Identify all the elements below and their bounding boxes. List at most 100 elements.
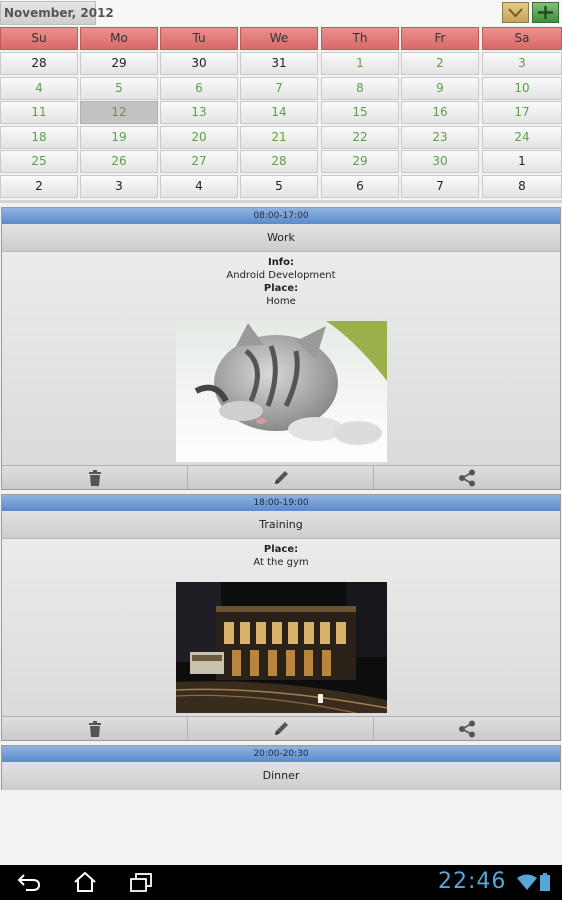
day-cell[interactable]: 10 (482, 77, 562, 100)
edit-button[interactable] (188, 466, 374, 489)
place-value: At the gym (253, 557, 309, 568)
info-value: Android Development (226, 270, 336, 281)
chevron-down-icon (508, 8, 523, 18)
day-cell[interactable]: 7 (240, 77, 318, 100)
share-button[interactable] (374, 717, 560, 740)
day-cell[interactable]: 4 (0, 77, 78, 100)
day-cell[interactable]: 8 (482, 175, 562, 198)
day-cell[interactable]: 17 (482, 101, 562, 124)
weekday-fri: Fr (401, 27, 479, 50)
day-cell[interactable]: 15 (321, 101, 399, 124)
system-clock: 22:46 (438, 869, 507, 894)
day-cell[interactable]: 31 (240, 52, 318, 75)
month-header: November, 2012 (0, 0, 562, 26)
day-cell[interactable]: 11 (0, 101, 78, 124)
event-card-dinner[interactable]: 20:00-20:30 Dinner (1, 745, 561, 790)
day-cell[interactable]: 1 (321, 52, 399, 75)
delete-button[interactable] (2, 466, 188, 489)
plus-icon (538, 6, 553, 19)
day-cell[interactable]: 27 (160, 150, 238, 173)
event-details: Place: At the gym (2, 539, 560, 569)
day-cell[interactable]: 2 (0, 175, 78, 198)
weekday-thu: Th (321, 27, 399, 50)
day-cell[interactable]: 20 (160, 126, 238, 149)
day-cell[interactable]: 3 (482, 52, 562, 75)
day-cell[interactable]: 30 (160, 52, 238, 75)
weekday-header-row: Su Mo Tu We Th Fr Sa (0, 27, 562, 50)
event-card-work[interactable]: 08:00-17:00 Work Info: Android Developme… (1, 207, 561, 490)
day-cell[interactable]: 30 (401, 150, 479, 173)
day-cell[interactable]: 4 (160, 175, 238, 198)
trash-icon (88, 720, 101, 737)
battery-icon (540, 873, 550, 891)
delete-button[interactable] (2, 717, 188, 740)
week-row: 11 12 13 14 15 16 17 (0, 101, 562, 124)
day-cell[interactable]: 23 (401, 126, 479, 149)
weekday-tue: Tu (160, 27, 238, 50)
place-value: Home (266, 296, 296, 307)
calendar-divider (0, 200, 562, 203)
day-cell[interactable]: 5 (240, 175, 318, 198)
day-cell[interactable]: 22 (321, 126, 399, 149)
weekday-wed: We (240, 27, 318, 50)
day-cell[interactable]: 14 (240, 101, 318, 124)
recent-apps-icon[interactable] (129, 871, 153, 893)
day-cell[interactable]: 21 (240, 126, 318, 149)
share-button[interactable] (374, 466, 560, 489)
week-row: 2 3 4 5 6 7 8 (0, 175, 562, 198)
info-label: Info: (267, 257, 295, 268)
day-cell[interactable]: 18 (0, 126, 78, 149)
day-cell[interactable]: 25 (0, 150, 78, 173)
cat-photo-image (176, 321, 387, 462)
day-cell[interactable]: 6 (321, 175, 399, 198)
day-cell[interactable]: 7 (401, 175, 479, 198)
day-cell[interactable]: 26 (80, 150, 158, 173)
day-cell[interactable]: 13 (160, 101, 238, 124)
event-title: Dinner (2, 762, 560, 790)
day-cell[interactable]: 16 (401, 101, 479, 124)
place-label: Place: (263, 544, 299, 555)
month-dropdown-button[interactable] (502, 2, 529, 23)
day-cell[interactable]: 9 (401, 77, 479, 100)
wifi-icon (517, 874, 537, 890)
day-cell-selected[interactable]: 12 (80, 101, 158, 124)
day-cell[interactable]: 1 (482, 150, 562, 173)
day-cell[interactable]: 29 (80, 52, 158, 75)
trash-icon (88, 469, 101, 486)
day-cell[interactable]: 5 (80, 77, 158, 100)
event-photo-cat[interactable] (176, 321, 387, 462)
week-row: 25 26 27 28 29 30 1 (0, 150, 562, 173)
event-time: 18:00-19:00 (2, 495, 560, 511)
event-photo-building[interactable] (175, 582, 388, 714)
share-icon (459, 469, 475, 486)
place-label: Place: (263, 283, 299, 294)
share-icon (459, 720, 475, 737)
day-cell[interactable]: 19 (80, 126, 158, 149)
day-cell[interactable]: 2 (401, 52, 479, 75)
app-root: November, 2012 Su Mo Tu We Th Fr Sa 28 2… (0, 0, 562, 900)
day-cell[interactable]: 28 (240, 150, 318, 173)
day-cell[interactable]: 3 (80, 175, 158, 198)
pencil-icon (274, 470, 288, 484)
day-cell[interactable]: 8 (321, 77, 399, 100)
edit-button[interactable] (188, 717, 374, 740)
month-title[interactable]: November, 2012 (0, 1, 114, 25)
add-event-button[interactable] (532, 2, 559, 23)
day-cell[interactable]: 24 (482, 126, 562, 149)
event-time: 08:00-17:00 (2, 208, 560, 224)
event-actions (2, 716, 560, 740)
day-cell[interactable]: 28 (0, 52, 78, 75)
weekday-sun: Su (0, 27, 78, 50)
day-cell[interactable]: 29 (321, 150, 399, 173)
week-row: 18 19 20 21 22 23 24 (0, 126, 562, 149)
event-card-training[interactable]: 18:00-19:00 Training Place: At the gym (1, 494, 561, 741)
event-title: Work (2, 224, 560, 252)
weekday-mon: Mo (80, 27, 158, 50)
week-row: 28 29 30 31 1 2 3 (0, 52, 562, 75)
back-icon[interactable] (16, 871, 42, 893)
event-title: Training (2, 511, 560, 539)
event-actions (2, 465, 560, 489)
building-photo-image (175, 582, 388, 714)
day-cell[interactable]: 6 (160, 77, 238, 100)
home-icon[interactable] (73, 871, 97, 893)
